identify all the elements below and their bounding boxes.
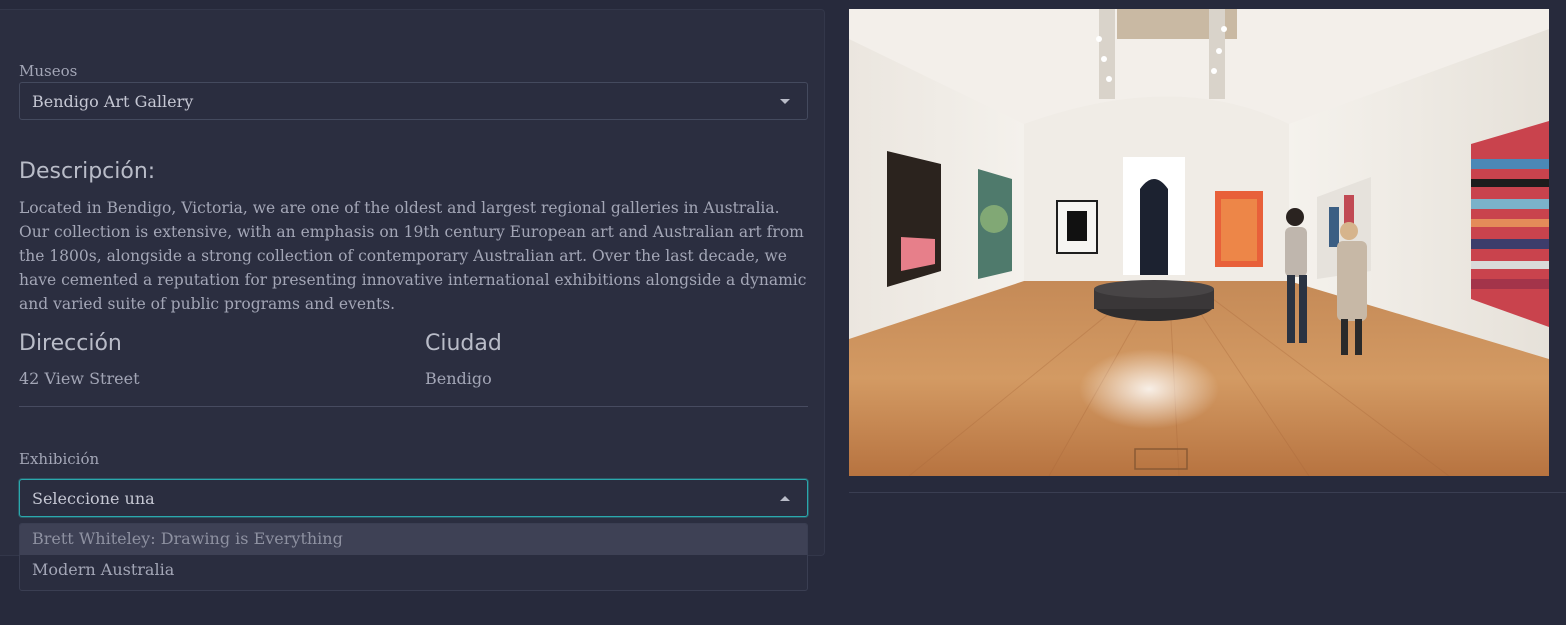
exhibition-select-label: Exhibición — [19, 450, 100, 468]
city-heading: Ciudad — [425, 331, 502, 356]
divider-right — [849, 492, 1566, 493]
chevron-up-icon — [780, 496, 790, 501]
address-heading: Dirección — [19, 331, 122, 356]
exhibition-dropdown-menu: Brett Whiteley: Drawing is Everything Mo… — [19, 523, 808, 591]
museum-select-label: Museos — [19, 62, 78, 80]
chevron-down-icon — [780, 99, 790, 104]
exhibition-option[interactable]: Brett Whiteley: Drawing is Everything — [20, 524, 807, 555]
exhibition-option[interactable]: Modern Australia — [20, 555, 807, 586]
exhibition-select[interactable]: Seleccione una — [19, 479, 808, 517]
museum-select-value: Bendigo Art Gallery — [32, 92, 194, 111]
description-text: Located in Bendigo, Victoria, we are one… — [19, 199, 807, 313]
exhibition-select-value: Seleccione una — [32, 489, 155, 508]
description-heading: Descripción: — [19, 159, 156, 184]
city-value: Bendigo — [425, 369, 492, 388]
divider — [19, 406, 808, 407]
museum-photo — [849, 9, 1549, 476]
museum-select[interactable]: Bendigo Art Gallery — [19, 82, 808, 120]
address-value: 42 View Street — [19, 369, 140, 388]
museum-info-card: Museos Bendigo Art Gallery Descripción: … — [0, 9, 825, 556]
